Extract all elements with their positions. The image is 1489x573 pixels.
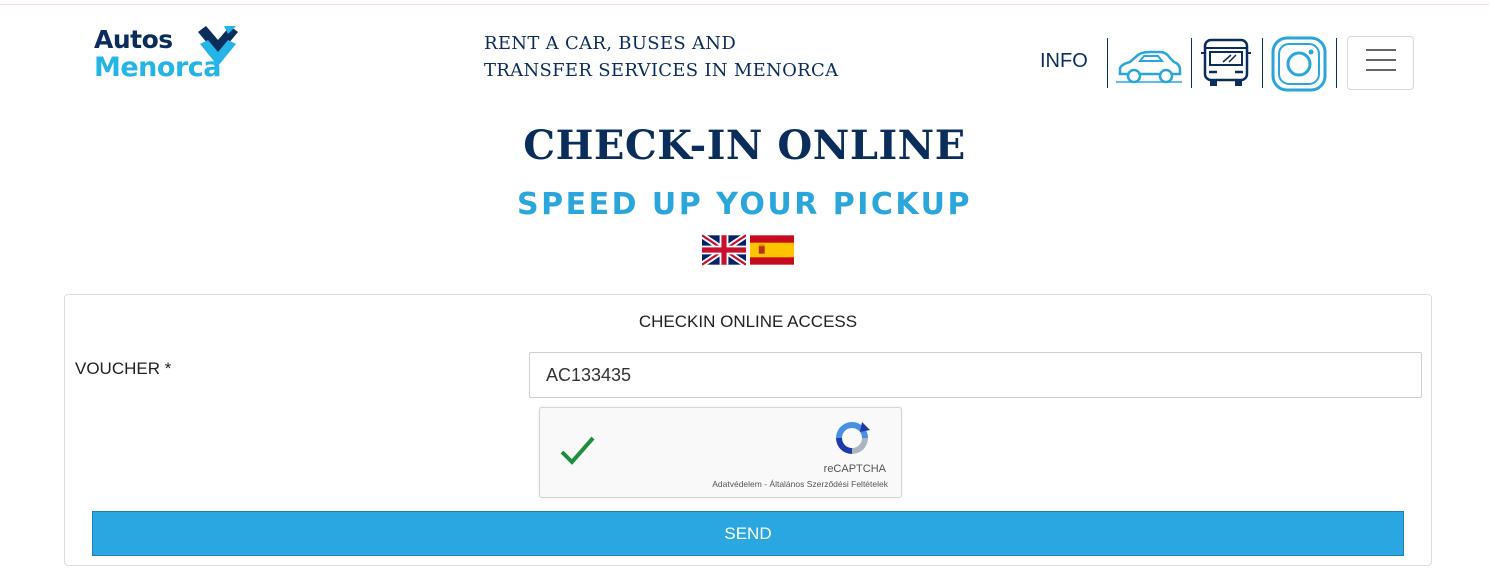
nav-divider bbox=[1262, 38, 1263, 88]
spanish-language-button[interactable] bbox=[750, 234, 794, 266]
recaptcha-widget[interactable]: reCAPTCHA Adatvédelem - Általános Szerző… bbox=[539, 407, 902, 498]
send-button[interactable]: SEND bbox=[92, 511, 1404, 556]
hamburger-menu-button[interactable] bbox=[1347, 36, 1414, 90]
info-link[interactable]: INFO bbox=[1040, 50, 1088, 73]
panel-title: CHECKIN ONLINE ACCESS bbox=[638, 312, 858, 331]
nav-divider bbox=[1107, 38, 1108, 88]
bus-services-button[interactable] bbox=[1199, 37, 1253, 89]
recaptcha-logo-icon bbox=[836, 422, 870, 454]
tagline-line-1: RENT A CAR, BUSES AND bbox=[484, 33, 737, 54]
instagram-link[interactable] bbox=[1270, 36, 1328, 92]
header-tagline: RENT A CAR, BUSES AND TRANSFER SERVICES … bbox=[484, 30, 844, 84]
page-subtitle: SPEED UP YOUR PICKUP bbox=[516, 187, 972, 222]
nav-divider bbox=[1336, 38, 1337, 88]
checkin-access-panel: CHECKIN ONLINE ACCESS VOUCHER * reCAPTCH… bbox=[64, 294, 1432, 566]
recaptcha-brand: reCAPTCHA bbox=[823, 463, 886, 475]
voucher-input[interactable] bbox=[529, 352, 1422, 398]
recaptcha-privacy-terms-links[interactable]: Adatvédelem - Általános Szerződési Felté… bbox=[712, 479, 888, 489]
autos-menorca-logo[interactable]: Autos Menorca bbox=[94, 26, 244, 101]
bus-icon bbox=[1201, 38, 1251, 86]
page-title: CHECK-IN ONLINE bbox=[523, 122, 966, 169]
english-language-button[interactable] bbox=[700, 232, 748, 268]
car-icon bbox=[1116, 50, 1182, 84]
tagline-line-2: TRANSFER SERVICES IN MENORCA bbox=[484, 60, 839, 81]
nav-divider bbox=[1191, 38, 1192, 88]
top-divider bbox=[0, 4, 1489, 5]
spanish-flag-icon bbox=[750, 235, 794, 265]
logo-chevron-icon bbox=[198, 26, 238, 66]
car-rental-button[interactable] bbox=[1114, 46, 1184, 88]
checkmark-icon[interactable] bbox=[558, 430, 598, 470]
english-flag-icon bbox=[700, 232, 748, 268]
voucher-label: VOUCHER * bbox=[75, 359, 172, 378]
instagram-icon bbox=[1271, 36, 1327, 92]
